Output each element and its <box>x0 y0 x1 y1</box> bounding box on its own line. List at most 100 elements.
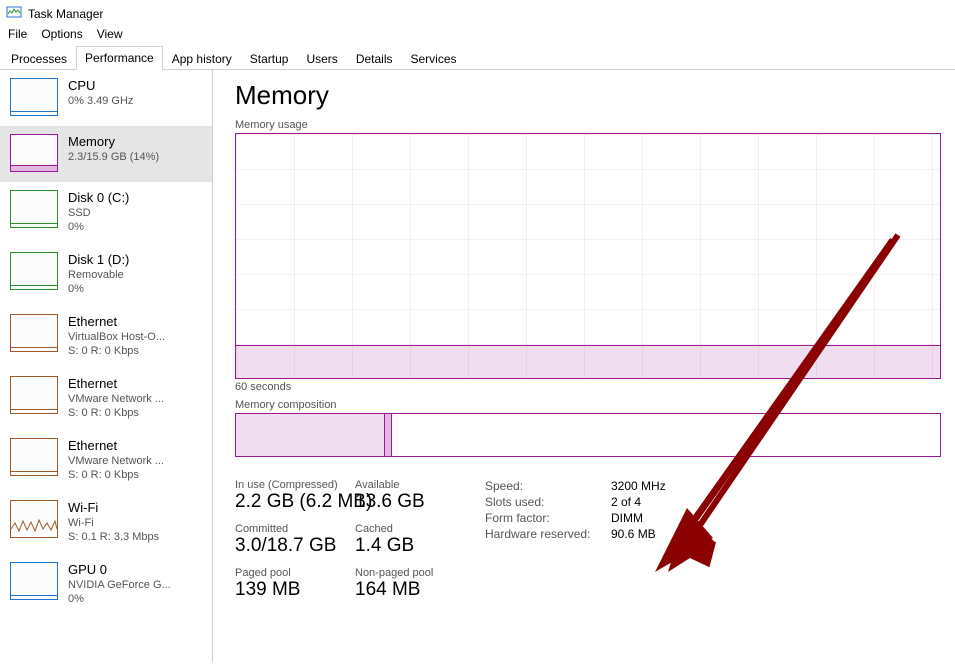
sidebar-item-sub2: S: 0 R: 0 Kbps <box>68 344 165 358</box>
sidebar-item-title: CPU <box>68 78 133 94</box>
chart-x-axis-label: 60 seconds <box>235 381 941 393</box>
app-icon <box>6 4 22 23</box>
label-speed: Speed: <box>485 479 605 493</box>
label-form-factor: Form factor: <box>485 511 605 525</box>
tab-details[interactable]: Details <box>347 47 402 70</box>
label-available: Available <box>355 479 455 491</box>
value-slots: 2 of 4 <box>611 495 666 509</box>
value-nonpaged-pool: 164 MB <box>355 579 455 601</box>
label-slots: Slots used: <box>485 495 605 509</box>
sidebar-item-ethernet[interactable]: EthernetVirtualBox Host-O...S: 0 R: 0 Kb… <box>0 306 212 368</box>
label-nonpaged-pool: Non-paged pool <box>355 567 455 579</box>
sidebar-item-sub1: Wi-Fi <box>68 516 159 530</box>
sidebar-item-sub1: NVIDIA GeForce G... <box>68 578 171 592</box>
sidebar-item-sub1: 2.3/15.9 GB (14%) <box>68 150 159 164</box>
value-hw-reserved: 90.6 MB <box>611 527 666 541</box>
sidebar-thumb-chart <box>10 190 58 228</box>
window-titlebar: Task Manager <box>0 0 955 25</box>
usage-chart-label: Memory usage <box>235 119 941 131</box>
menu-file[interactable]: File <box>8 27 27 41</box>
sidebar-item-text: CPU0% 3.49 GHz <box>68 78 133 116</box>
menu-bar: File Options View <box>0 25 955 45</box>
sidebar-item-title: Ethernet <box>68 438 164 454</box>
label-committed: Committed <box>235 523 355 535</box>
label-hw-reserved: Hardware reserved: <box>485 527 605 541</box>
sidebar-item-sub2: 0% <box>68 220 129 234</box>
sidebar-item-sub1: Removable <box>68 268 129 282</box>
sidebar-item-title: GPU 0 <box>68 562 171 578</box>
sidebar-item-text: EthernetVMware Network ...S: 0 R: 0 Kbps <box>68 376 164 420</box>
sidebar-item-wi-fi[interactable]: Wi-FiWi-FiS: 0.1 R: 3.3 Mbps <box>0 492 212 554</box>
menu-view[interactable]: View <box>97 27 123 41</box>
stats-right-col: Speed: 3200 MHz Slots used: 2 of 4 Form … <box>485 479 666 601</box>
sidebar-item-disk-0-c-[interactable]: Disk 0 (C:)SSD0% <box>0 182 212 244</box>
sidebar-item-text: Disk 1 (D:)Removable0% <box>68 252 129 296</box>
value-in-use: 2.2 GB (6.2 MB) <box>235 491 355 513</box>
sidebar-thumb-chart <box>10 314 58 352</box>
sidebar-item-text: EthernetVMware Network ...S: 0 R: 0 Kbps <box>68 438 164 482</box>
sidebar-item-sub2: 0% <box>68 282 129 296</box>
memory-usage-chart[interactable] <box>235 133 941 379</box>
value-paged-pool: 139 MB <box>235 579 355 601</box>
value-form-factor: DIMM <box>611 511 666 525</box>
sidebar-thumb-chart <box>10 78 58 116</box>
sidebar-item-sub1: SSD <box>68 206 129 220</box>
sidebar-item-sub2: S: 0 R: 0 Kbps <box>68 406 164 420</box>
sidebar-item-text: EthernetVirtualBox Host-O...S: 0 R: 0 Kb… <box>68 314 165 358</box>
sidebar-item-sub1: VirtualBox Host-O... <box>68 330 165 344</box>
sidebar-item-text: Wi-FiWi-FiS: 0.1 R: 3.3 Mbps <box>68 500 159 544</box>
composition-modified <box>385 414 392 456</box>
sidebar-thumb-chart <box>10 562 58 600</box>
window-title: Task Manager <box>28 7 103 21</box>
composition-label: Memory composition <box>235 399 941 411</box>
menu-options[interactable]: Options <box>41 27 82 41</box>
sidebar-item-sub2: 0% <box>68 592 171 606</box>
memory-stats: In use (Compressed) 2.2 GB (6.2 MB) Avai… <box>235 479 941 601</box>
tab-users[interactable]: Users <box>297 47 346 70</box>
sidebar-item-ethernet[interactable]: EthernetVMware Network ...S: 0 R: 0 Kbps <box>0 368 212 430</box>
value-cached: 1.4 GB <box>355 535 455 557</box>
sidebar-item-sub1: 0% 3.49 GHz <box>68 94 133 108</box>
perf-main: Memory Memory usage 60 seconds Memory co… <box>213 70 955 662</box>
composition-free <box>392 414 940 456</box>
sidebar-item-memory[interactable]: Memory2.3/15.9 GB (14%) <box>0 126 212 182</box>
tab-bar: Processes Performance App history Startu… <box>0 45 955 70</box>
sidebar-item-title: Disk 0 (C:) <box>68 190 129 206</box>
sidebar-item-title: Memory <box>68 134 159 150</box>
sidebar-item-title: Wi-Fi <box>68 500 159 516</box>
tab-app-history[interactable]: App history <box>163 47 241 70</box>
sidebar-thumb-chart <box>10 252 58 290</box>
tab-processes[interactable]: Processes <box>2 47 76 70</box>
memory-composition-bar[interactable] <box>235 413 941 457</box>
tab-performance[interactable]: Performance <box>76 46 163 70</box>
sidebar-thumb-chart <box>10 500 58 538</box>
tab-services[interactable]: Services <box>402 47 466 70</box>
sidebar-item-text: GPU 0NVIDIA GeForce G...0% <box>68 562 171 606</box>
sidebar-item-sub1: VMware Network ... <box>68 392 164 406</box>
sidebar-item-sub2: S: 0 R: 0 Kbps <box>68 468 164 482</box>
sidebar-item-sub2: S: 0.1 R: 3.3 Mbps <box>68 530 159 544</box>
label-paged-pool: Paged pool <box>235 567 355 579</box>
sidebar-item-text: Memory2.3/15.9 GB (14%) <box>68 134 159 172</box>
perf-sidebar: CPU0% 3.49 GHz Memory2.3/15.9 GB (14%) Dis… <box>0 70 213 662</box>
sidebar-thumb-chart <box>10 438 58 476</box>
sidebar-item-text: Disk 0 (C:)SSD0% <box>68 190 129 234</box>
label-cached: Cached <box>355 523 455 535</box>
sidebar-item-cpu[interactable]: CPU0% 3.49 GHz <box>0 70 212 126</box>
sidebar-item-title: Ethernet <box>68 314 165 330</box>
sidebar-item-title: Disk 1 (D:) <box>68 252 129 268</box>
composition-in-use <box>236 414 385 456</box>
memory-usage-fill <box>236 345 940 378</box>
label-in-use: In use (Compressed) <box>235 479 355 491</box>
stats-left-col: In use (Compressed) 2.2 GB (6.2 MB) Avai… <box>235 479 455 601</box>
sidebar-thumb-chart <box>10 376 58 414</box>
value-speed: 3200 MHz <box>611 479 666 493</box>
sidebar-item-title: Ethernet <box>68 376 164 392</box>
sidebar-item-gpu-0[interactable]: GPU 0NVIDIA GeForce G...0% <box>0 554 212 616</box>
tab-startup[interactable]: Startup <box>241 47 298 70</box>
sidebar-thumb-chart <box>10 134 58 172</box>
sidebar-item-ethernet[interactable]: EthernetVMware Network ...S: 0 R: 0 Kbps <box>0 430 212 492</box>
sidebar-item-sub1: VMware Network ... <box>68 454 164 468</box>
sidebar-item-disk-1-d-[interactable]: Disk 1 (D:)Removable0% <box>0 244 212 306</box>
value-committed: 3.0/18.7 GB <box>235 535 355 557</box>
